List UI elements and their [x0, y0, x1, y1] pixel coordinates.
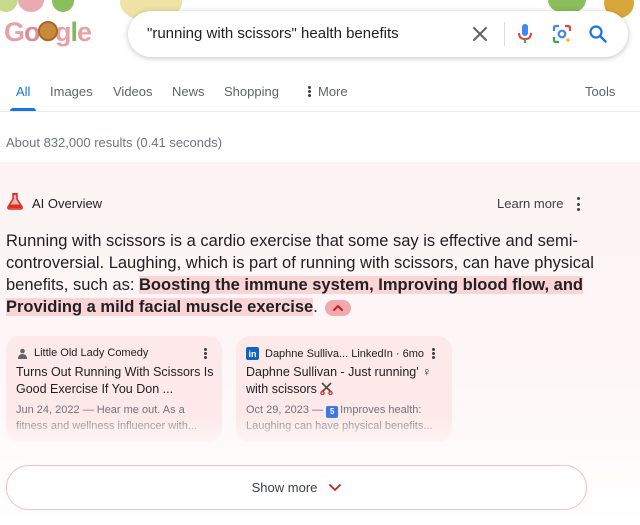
source-date: Oct 29, 2023	[246, 404, 309, 416]
source-menu-icon[interactable]	[203, 348, 207, 359]
ai-overview-title: AI Overview	[32, 195, 103, 211]
logo-letter: G	[4, 17, 25, 47]
ai-overview-header: AI Overview	[6, 192, 103, 215]
source-card[interactable]: in Daphne Sulliva... LinkedIn · 6mo Daph…	[236, 336, 452, 442]
source-label: Little Old Lady Comedy	[16, 347, 148, 359]
ai-overview-menu-icon[interactable]	[576, 197, 580, 211]
linkedin-icon: in	[246, 347, 259, 360]
camera-icon[interactable]	[549, 21, 575, 47]
ai-overview-text: Running with scissors is a cardio exerci…	[6, 230, 606, 318]
source-date: Jun 24, 2022	[16, 404, 80, 416]
doodle-decoration	[0, 0, 18, 12]
learn-more-link[interactable]: Learn more	[497, 196, 563, 211]
source-title[interactable]: Daphne Sullivan - Just running' ♀ with s…	[246, 364, 446, 400]
source-name: Little Old Lady Comedy	[34, 347, 149, 359]
tab-images[interactable]: Images	[50, 84, 93, 99]
search-divider	[504, 22, 505, 46]
collapse-chevron-up-icon[interactable]	[325, 299, 352, 316]
source-title[interactable]: Turns Out Running With Scissors Is Good …	[16, 364, 216, 398]
show-more-button[interactable]: Show more	[6, 465, 587, 510]
active-tab-indicator	[10, 108, 36, 111]
search-input[interactable]: "running with scissors" health benefits	[147, 25, 399, 42]
ai-overview-text-end: .	[313, 298, 318, 316]
close-icon[interactable]	[467, 21, 493, 47]
flask-icon	[6, 192, 24, 215]
results-stats: About 832,000 results (0.41 seconds)	[6, 135, 223, 150]
source-card[interactable]: Little Old Lady Comedy Turns Out Running…	[6, 336, 222, 442]
chevron-down-icon	[329, 483, 342, 492]
more-dots-icon	[307, 86, 311, 97]
source-name: Daphne Sulliva... LinkedIn · 6mo	[265, 347, 424, 360]
mic-icon[interactable]	[512, 21, 538, 47]
search-icon[interactable]	[585, 21, 611, 47]
show-more-label: Show more	[251, 480, 318, 495]
scissors-icon	[320, 382, 334, 400]
card-fade	[6, 416, 222, 442]
doodle-decoration	[52, 0, 74, 12]
person-favicon-icon	[16, 347, 28, 359]
tab-shopping[interactable]: Shopping	[224, 84, 279, 99]
source-title-text: Daphne Sullivan - Just running' ♀ with s…	[246, 365, 432, 396]
doodle-decoration	[18, 0, 44, 12]
tab-all[interactable]: All	[16, 84, 30, 99]
source-menu-icon[interactable]	[431, 348, 435, 359]
tab-news[interactable]: News	[172, 84, 205, 99]
search-tabs: All Images Videos News Shopping More Too…	[0, 80, 640, 112]
tab-more[interactable]: More	[318, 84, 348, 99]
logo-letter: e	[77, 17, 92, 47]
header: Google "running with scissors" health be…	[0, 0, 640, 70]
source-label: in Daphne Sulliva... LinkedIn · 6mo	[246, 347, 424, 360]
card-fade	[236, 416, 452, 442]
tab-videos[interactable]: Videos	[113, 84, 153, 99]
doodle-cookie-icon	[38, 21, 58, 41]
tools-button[interactable]: Tools	[585, 84, 615, 99]
search-box[interactable]: "running with scissors" health benefits	[128, 11, 628, 57]
